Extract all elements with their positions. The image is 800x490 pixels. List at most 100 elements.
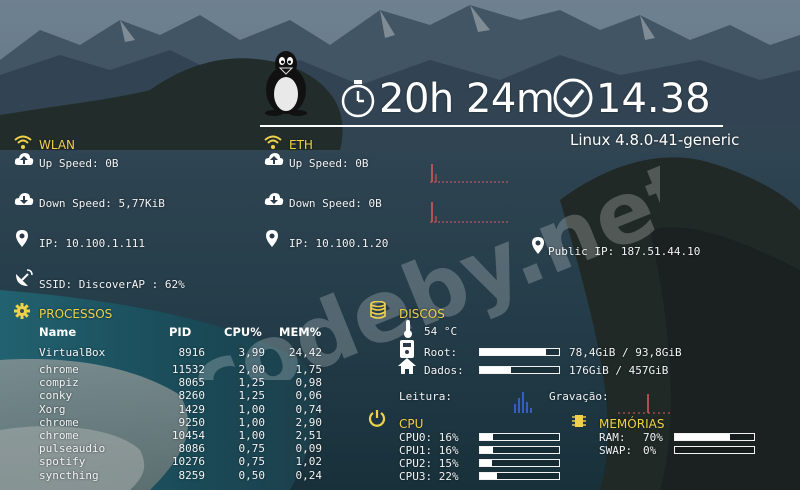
ram-label: RAM: [599,431,626,444]
eth-up-speed: Up Speed: 0B [289,157,369,170]
process-name: chrome [39,429,79,442]
process-mem: 24,42 [288,346,322,359]
process-cpu: 2,00 [238,363,266,376]
root-value: 78,4GiB / 93,8GiB [569,346,682,359]
process-name: chrome [39,415,79,429]
process-name: conky [39,389,73,403]
eth-ip: IP: 10.100.1.20 [289,237,389,250]
public-ip: Public IP: 187.51.44.10 [548,245,701,258]
process-mem: 0,24 [295,468,323,482]
uptime: 20h 24m [379,76,555,122]
disk-write-graph [618,394,670,414]
process-cpu: 1,00 [238,415,266,429]
col-pid: PID [169,325,192,339]
swap-percent: 0% [643,444,657,457]
process-pid: 10276 [171,455,205,469]
cpu-core-bar [479,433,560,441]
location-pin-icon [266,230,278,247]
clock-check-icon [552,77,594,119]
swap-label: SWAP: [599,444,633,457]
location-pin-icon [532,237,544,254]
process-name: syncthing [39,468,99,482]
process-name: pulseaudio [39,442,106,456]
tux-icon [262,50,310,116]
hard-drive-icon [400,340,414,358]
process-mem: 0,06 [295,389,323,403]
disks-title: DISCOS [399,307,445,321]
thermometer-icon [403,320,413,338]
process-mem: 1,02 [295,455,323,469]
cpu-core-label: CPU1: 16% [399,444,459,457]
wlan-down-speed: Down Speed: 5,77KiB [39,197,165,210]
process-mem: 0,09 [295,442,323,456]
process-mem: 1,75 [295,363,323,376]
database-icon [370,301,386,319]
cpu-core-label: CPU2: 15% [399,457,459,470]
network-up-graph [430,164,510,183]
eth-title: ETH [289,138,313,152]
stopwatch-icon [340,78,376,118]
process-mem: 0,98 [295,376,323,390]
eth-down-speed: Down Speed: 0B [289,197,382,210]
process-pid: 11532 [171,363,205,376]
col-name: Name [39,325,77,339]
download-cloud-icon [14,192,34,206]
data-label: Dados: [424,364,464,377]
root-usage-bar [479,348,560,356]
disk-read-graph [514,392,532,413]
home-icon [398,358,416,374]
wlan-up-speed: Up Speed: 0B [39,157,119,170]
cpu-core-label: CPU0: 16% [399,431,459,444]
cpu-core-bar [479,459,560,467]
process-mem: 2,90 [295,415,323,429]
satellite-dish-icon [14,268,34,288]
process-cpu: 0,75 [238,442,266,456]
process-pid: 10454 [171,429,205,442]
kernel-version: Linux 4.8.0-41-generic [570,131,740,149]
process-cpu: 0,75 [238,455,266,469]
write-label: Gravação: [549,390,609,403]
memory-title: MEMÓRIAS [599,417,665,431]
processes-title: PROCESSOS [39,307,113,321]
cpu-core-bar [479,446,560,454]
swap-usage-bar [674,446,755,454]
process-name: VirtualBox [39,346,106,359]
process-cpu: 0,50 [238,468,266,482]
ethernet-icon [264,134,282,150]
wlan-ip: IP: 10.100.1.111 [39,237,145,250]
process-pid: 8259 [178,468,206,482]
process-name: spotify [39,455,86,469]
process-pid: 8916 [178,346,206,359]
cpu-title: CPU [399,417,424,431]
process-cpu: 1,00 [238,402,266,416]
process-name: compiz [39,376,79,390]
clock-divider [260,125,723,127]
wifi-icon [14,134,32,150]
download-cloud-icon [264,192,284,206]
process-pid: 8086 [178,442,206,456]
process-name: Xorg [39,402,66,416]
cpu-core-bar [479,472,560,480]
process-pid: 1429 [178,402,206,416]
wlan-title: WLAN [39,138,76,152]
col-mem: MEM% [279,325,322,339]
wlan-ssid: SSID: DiscoverAP : 62% [39,278,185,291]
time: 14.38 [596,76,711,122]
upload-cloud-icon [264,152,284,166]
read-label: Leitura: [399,390,452,403]
data-usage-bar [479,366,560,374]
process-pid: 9250 [178,415,206,429]
disk-temp: 54 °C [424,325,458,338]
process-mem: 2,51 [295,429,323,442]
process-name: chrome [39,363,79,376]
process-pid: 8065 [178,376,206,390]
process-pid: 8260 [178,389,206,403]
cpu-core-label: CPU3: 22% [399,470,459,483]
root-label: Root: [424,346,458,359]
col-cpu: CPU% [224,325,262,339]
network-down-graph [430,202,510,223]
location-pin-icon [16,230,28,247]
process-cpu: 1,00 [238,429,266,442]
process-cpu: 1,25 [238,389,266,403]
process-cpu: 3,99 [238,346,266,359]
